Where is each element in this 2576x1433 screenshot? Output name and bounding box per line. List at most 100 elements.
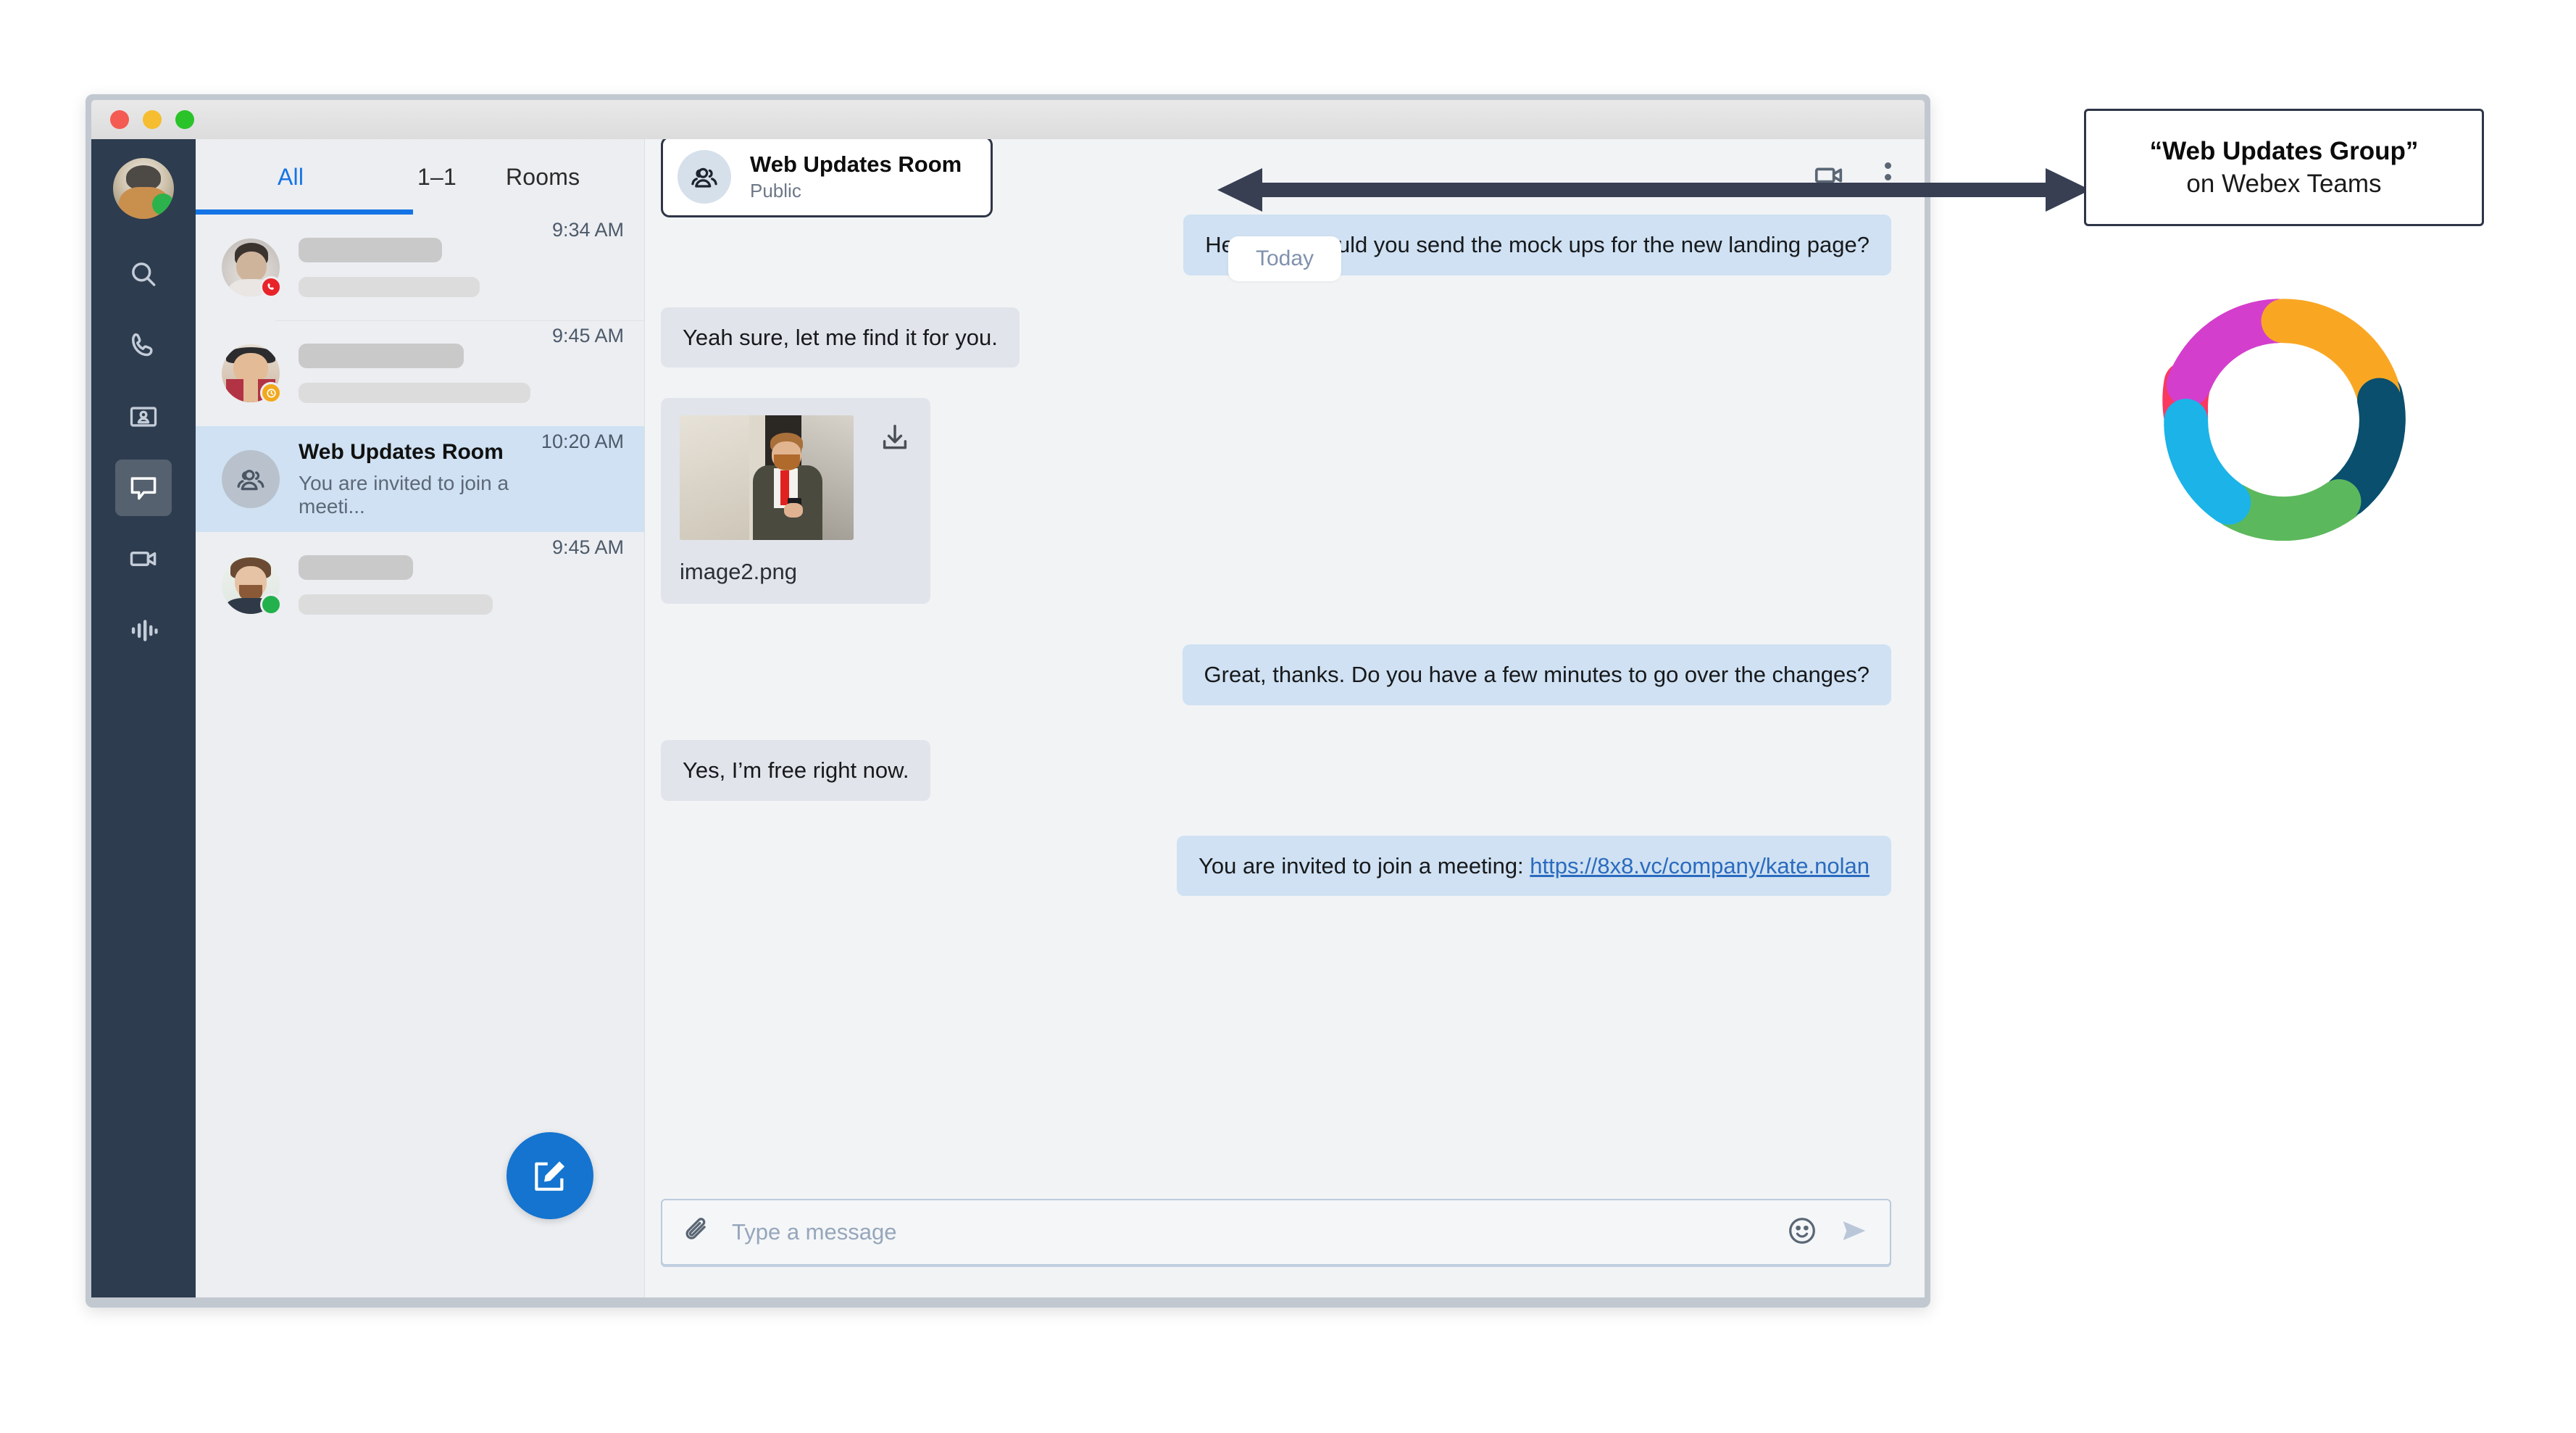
screenshot-root: All 1–1 Rooms 9:34 AM 9:45 AM Web Update… <box>0 0 2576 1433</box>
room-avatar <box>678 150 731 204</box>
window-titlebar <box>91 100 1925 139</box>
message-bubble: Yes, I’m free right now. <box>661 740 931 801</box>
message-row-invite: You are invited to join a meeting: https… <box>661 835 1891 897</box>
video-camera-icon <box>130 552 157 566</box>
list-item-web-updates-room[interactable]: Web Updates Room You are invited to join… <box>196 426 644 532</box>
emoji-picker-button[interactable] <box>1785 1214 1819 1251</box>
list-item-content <box>299 238 552 297</box>
compose-message-button[interactable] <box>507 1132 593 1219</box>
sidebar-item-analytics[interactable] <box>115 602 172 658</box>
redacted-snippet-bar <box>299 277 480 297</box>
room-header-text: Web Updates Room Public <box>750 151 962 203</box>
list-item-time: 9:45 AM <box>551 536 624 558</box>
list-item[interactable]: 9:45 AM <box>196 532 644 638</box>
list-item-time: 9:34 AM <box>551 219 624 241</box>
annotation-arrow <box>1217 168 2091 212</box>
list-item[interactable]: 9:45 AM <box>196 320 644 426</box>
user-avatar[interactable] <box>113 158 174 219</box>
redacted-name-bar <box>299 344 464 368</box>
paperclip-icon <box>685 1217 706 1239</box>
compose-icon <box>535 1161 565 1191</box>
redacted-snippet-bar <box>299 594 493 615</box>
list-item-content <box>299 555 552 615</box>
list-item-time: 9:45 AM <box>551 325 624 346</box>
group-icon <box>691 167 717 188</box>
sidebar-item-calls[interactable] <box>115 317 172 374</box>
message-input[interactable] <box>732 1219 1767 1245</box>
app-window: All 1–1 Rooms 9:34 AM 9:45 AM Web Update… <box>86 94 1930 1308</box>
nav-rail <box>91 139 196 1297</box>
meeting-link[interactable]: https://8x8.vc/company/kate.nolan <box>1530 853 1870 879</box>
message-composer[interactable] <box>661 1199 1891 1266</box>
message-list[interactable]: Today Hey Mark, could you send the mock … <box>645 215 1925 1187</box>
sidebar-item-messages[interactable] <box>115 460 172 516</box>
status-badge-missed-call <box>260 276 282 298</box>
send-message-button[interactable] <box>1838 1214 1871 1251</box>
phone-icon <box>131 333 153 357</box>
list-item-snippet: You are invited to join a meeti... <box>299 472 509 518</box>
attach-file-button[interactable] <box>680 1214 713 1251</box>
tab-rooms[interactable]: Rooms <box>506 164 580 191</box>
redacted-snippet-bar <box>299 383 530 403</box>
message-row: Yeah sure, let me find it for you. <box>661 307 1891 368</box>
annotation-callout: “Web Updates Group” on Webex Teams <box>2084 109 2484 226</box>
phone-icon <box>267 283 274 290</box>
avatar <box>222 344 282 404</box>
group-icon <box>237 470 264 491</box>
callout-line-1: “Web Updates Group” <box>2149 136 2419 165</box>
list-item-content <box>299 344 552 403</box>
analytics-icon <box>131 620 158 641</box>
message-row-attachment: image2.png <box>661 398 1891 605</box>
attachment-preview-row <box>680 415 912 541</box>
message-bubble: Great, thanks. Do you have a few minutes… <box>1182 644 1891 706</box>
room-title: Web Updates Room <box>750 151 962 177</box>
tab-one-to-one[interactable]: 1–1 <box>417 164 457 191</box>
tab-all[interactable]: All <box>278 164 304 191</box>
day-divider: Today <box>1227 236 1342 281</box>
room-visibility: Public <box>750 180 801 202</box>
active-tab-indicator <box>196 209 413 215</box>
invite-text: You are invited to join a meeting: <box>1199 852 1530 879</box>
sidebar-item-meetings[interactable] <box>115 531 172 587</box>
chat-icon <box>130 477 157 500</box>
app-body: All 1–1 Rooms 9:34 AM 9:45 AM Web Update… <box>91 139 1925 1297</box>
send-icon <box>1843 1221 1866 1240</box>
callout-line-2: on Webex Teams <box>2186 170 2382 198</box>
room-header-card[interactable]: Web Updates Room Public <box>661 139 993 217</box>
clock-icon <box>266 388 276 398</box>
avatar <box>222 450 280 508</box>
emoji-icon <box>1789 1217 1815 1244</box>
maximize-window-button[interactable] <box>175 110 194 129</box>
list-item-content: Web Updates Room You are invited to join… <box>299 440 541 518</box>
search-icon <box>132 262 156 286</box>
message-bubble: Yeah sure, let me find it for you. <box>661 307 1020 368</box>
chat-panel: Web Updates Room Public Today Hey Mark, … <box>645 139 1925 1297</box>
status-badge-away <box>260 382 282 404</box>
presence-indicator-online <box>152 194 174 215</box>
contact-card-icon <box>130 407 157 427</box>
attachment-thumbnail[interactable] <box>680 415 854 541</box>
download-icon <box>883 425 907 449</box>
attachment-bubble: image2.png <box>661 398 930 605</box>
redacted-name-bar <box>299 555 413 580</box>
message-row: Great, thanks. Do you have a few minutes… <box>661 644 1891 706</box>
composer-area <box>645 1187 1925 1297</box>
message-row: Yes, I’m free right now. <box>661 740 1891 801</box>
list-item-title: Web Updates Room <box>299 440 504 464</box>
group-avatar <box>222 450 280 508</box>
attachment-filename: image2.png <box>680 559 798 585</box>
avatar <box>222 556 282 615</box>
sidebar-item-contacts[interactable] <box>115 389 172 445</box>
redacted-name-bar <box>299 238 442 262</box>
conversation-filter-tabs: All 1–1 Rooms <box>196 139 644 215</box>
message-bubble: You are invited to join a meeting: https… <box>1177 835 1891 897</box>
list-item[interactable]: 9:34 AM <box>196 215 644 320</box>
conversation-list-panel: All 1–1 Rooms 9:34 AM 9:45 AM Web Update… <box>196 139 645 1297</box>
download-button[interactable] <box>878 421 912 458</box>
webex-logo <box>2162 299 2406 541</box>
sidebar-item-search[interactable] <box>115 246 172 303</box>
avatar <box>222 238 282 298</box>
close-window-button[interactable] <box>110 110 129 129</box>
list-item-time: 10:20 AM <box>541 431 624 452</box>
minimize-window-button[interactable] <box>143 110 162 129</box>
